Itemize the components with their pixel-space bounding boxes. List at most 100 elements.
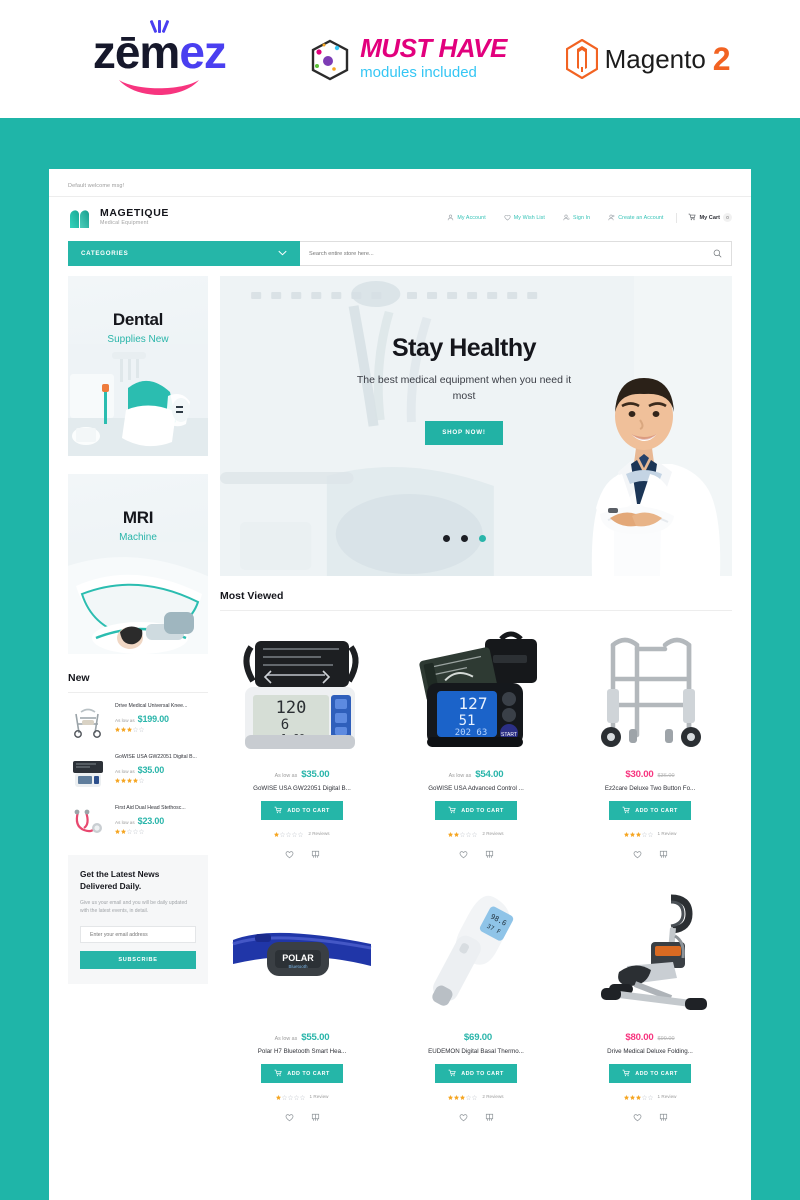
product-name: Polar H7 Bluetooth Smart Hea... xyxy=(257,1048,347,1055)
newsletter-title: Get the Latest News Delivered Daily. xyxy=(80,869,160,892)
product-name: Drive Medical Deluxe Folding... xyxy=(607,1048,693,1055)
header-link-label: My Account xyxy=(457,214,486,221)
product-image: 98.6 37 F xyxy=(394,888,558,1028)
review-count[interactable]: 1 Review xyxy=(310,1094,329,1099)
product-name: EUDEMON Digital Basal Thermo... xyxy=(428,1048,524,1055)
star-icon xyxy=(127,777,132,783)
add-to-cart-button[interactable]: ADD TO CART xyxy=(435,801,517,820)
category-tile-mri[interactable]: MRI Machine xyxy=(68,474,208,654)
newsletter-email-input[interactable] xyxy=(80,926,196,944)
shop-now-button[interactable]: SHOP NOW! xyxy=(425,420,503,445)
star-rating xyxy=(623,1095,653,1100)
product-card[interactable]: 120 6 1 60 As low as $35.00 xyxy=(220,625,384,864)
wishlist-heart-icon[interactable] xyxy=(285,846,294,864)
price-line: As low as $35.00 xyxy=(275,769,330,780)
cart-icon xyxy=(688,213,696,223)
svg-text:POLAR: POLAR xyxy=(282,953,314,963)
mri-machine-illustration xyxy=(68,542,208,654)
category-tile-dental[interactable]: Dental Supplies New xyxy=(68,276,208,456)
review-count[interactable]: 1 Review xyxy=(658,831,677,836)
star-icon xyxy=(292,832,298,837)
header-link-my-wish-list[interactable]: My Wish List xyxy=(495,214,554,221)
mini-cart[interactable]: My Cart 0 xyxy=(676,212,732,223)
add-to-cart-button[interactable]: ADD TO CART xyxy=(261,1064,343,1083)
search-box[interactable] xyxy=(300,241,732,266)
wishlist-heart-icon[interactable] xyxy=(459,1109,468,1127)
star-icon xyxy=(115,726,120,732)
add-to-cart-button[interactable]: ADD TO CART xyxy=(609,1064,691,1083)
hero-subtitle: The best medical equipment when you need… xyxy=(356,374,572,403)
card-actions xyxy=(285,846,320,864)
add-to-cart-button[interactable]: ADD TO CART xyxy=(609,801,691,820)
wishlist-heart-icon[interactable] xyxy=(459,846,468,864)
product-thumbnail xyxy=(68,702,108,742)
brand-logo[interactable]: MAGETIQUE Medical Equipment xyxy=(68,205,169,230)
heart-icon xyxy=(504,214,511,221)
star-icon xyxy=(121,726,126,732)
wishlist-heart-icon[interactable] xyxy=(633,846,642,864)
compare-icon[interactable] xyxy=(659,1109,668,1127)
sidebar: Dental Supplies New MRI Machine New Driv… xyxy=(68,276,208,1151)
newsletter-description: Give us your email and you will be daily… xyxy=(80,900,188,915)
star-icon xyxy=(623,1095,629,1100)
add-to-cart-label: ADD TO CART xyxy=(287,807,330,814)
header-link-my-account[interactable]: My Account xyxy=(438,214,494,221)
list-item[interactable]: First Aid Dual Head Stethosc... As low a… xyxy=(68,804,208,844)
product-card[interactable]: POLAR Bluetooth As low as $55.00 Polar H… xyxy=(220,888,384,1127)
product-card[interactable]: $30.00 $36.00 Ez2care Deluxe Two Button … xyxy=(568,625,732,864)
category-tile-title: MRI xyxy=(122,508,154,527)
add-to-cart-button[interactable]: ADD TO CART xyxy=(435,1064,517,1083)
product-card[interactable]: $80.00 $99.00 Drive Medical Deluxe Foldi… xyxy=(568,888,732,1127)
product-price: $30.00 xyxy=(625,769,654,780)
star-icon xyxy=(641,832,647,837)
compare-icon[interactable] xyxy=(485,1109,494,1127)
svg-text:202 63: 202 63 xyxy=(455,728,488,738)
product-card[interactable]: 127 51 202 63 START As low as $54.00 GoW… xyxy=(394,625,558,864)
search-icon[interactable] xyxy=(713,245,722,263)
categories-dropdown[interactable]: CATEGORIES xyxy=(68,241,300,266)
product-image xyxy=(568,625,732,765)
newsletter-block: Get the Latest News Delivered Daily. Giv… xyxy=(68,855,208,985)
rating-row: 1 Review xyxy=(623,829,677,837)
header-link-sign-in[interactable]: Sign In xyxy=(554,214,599,221)
cart-count-badge: 0 xyxy=(723,213,732,222)
user-add-icon xyxy=(608,214,615,221)
review-count[interactable]: 1 Review xyxy=(658,1094,677,1099)
carousel-dots xyxy=(220,535,708,542)
review-count[interactable]: 2 Reviews xyxy=(308,831,329,836)
wishlist-heart-icon[interactable] xyxy=(285,1109,294,1127)
review-count[interactable]: 2 Reviews xyxy=(482,831,503,836)
compare-icon[interactable] xyxy=(311,1109,320,1127)
star-rating xyxy=(115,726,208,732)
compare-icon[interactable] xyxy=(485,846,494,864)
magetique-m-icon xyxy=(68,205,93,230)
carousel-dot-3[interactable] xyxy=(478,535,486,542)
subscribe-button[interactable]: SUBSCRIBE xyxy=(80,951,196,970)
product-price: $55.00 xyxy=(301,1032,330,1043)
add-to-cart-label: ADD TO CART xyxy=(635,807,678,814)
carousel-dot-1[interactable] xyxy=(442,535,450,542)
search-input[interactable] xyxy=(309,250,713,257)
product-card[interactable]: 98.6 37 F $69.00 EUDEMON Digital Basal T… xyxy=(394,888,558,1127)
rating-row: 2 Reviews xyxy=(274,829,330,837)
header-link-create-an-account[interactable]: Create an Account xyxy=(599,214,672,221)
product-image xyxy=(568,888,732,1028)
wishlist-heart-icon[interactable] xyxy=(633,1109,642,1127)
list-item[interactable]: GoWISE USA GW22051 Digital B... As low a… xyxy=(68,753,208,793)
rating-row: 2 Reviews xyxy=(448,829,504,837)
star-icon xyxy=(115,828,120,834)
carousel-dot-2[interactable] xyxy=(460,535,468,542)
price-line: As low as $55.00 xyxy=(275,1032,330,1043)
review-count[interactable]: 2 Reviews xyxy=(482,1094,503,1099)
product-price: $35.00 xyxy=(301,769,330,780)
compare-icon[interactable] xyxy=(311,846,320,864)
svg-text:127: 127 xyxy=(459,694,488,713)
compare-icon[interactable] xyxy=(659,846,668,864)
chevron-down-icon xyxy=(278,250,287,258)
product-name: First Aid Dual Head Stethosc... xyxy=(115,805,186,811)
list-item[interactable]: Drive Medical Universal Knee... As low a… xyxy=(68,702,208,742)
hero-banner: Stay Healthy The best medical equipment … xyxy=(220,276,732,576)
add-to-cart-button[interactable]: ADD TO CART xyxy=(261,801,343,820)
star-icon xyxy=(139,726,144,732)
categories-label: CATEGORIES xyxy=(81,250,129,257)
